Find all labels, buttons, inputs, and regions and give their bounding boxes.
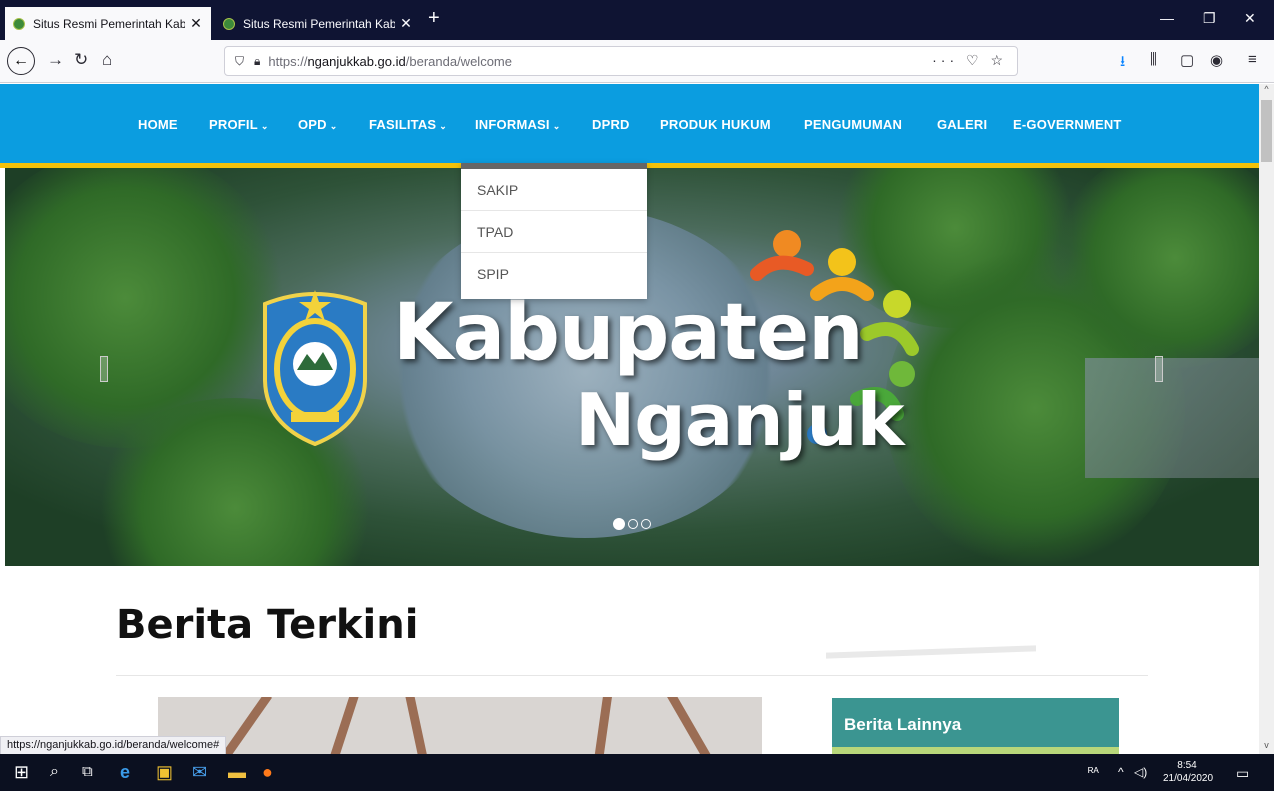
downloads-icon[interactable]: ⭳ <box>1120 51 1125 76</box>
slide-dot-active[interactable] <box>613 518 625 530</box>
browser-tab-active[interactable]: Situs Resmi Pemerintah Kabupa ✕ <box>5 7 211 40</box>
reload-button[interactable]: ↻ <box>74 50 88 70</box>
lock-icon[interactable]: 🔒︎ <box>254 54 260 69</box>
section-heading: Berita Terkini <box>116 602 419 648</box>
scroll-thumb[interactable] <box>1261 100 1272 162</box>
firefox-icon[interactable]: ● <box>262 762 273 782</box>
system-clock[interactable]: 8:54 21/04/2020 <box>1163 759 1213 785</box>
volume-icon[interactable]: ◁) <box>1134 765 1147 779</box>
restore-button[interactable]: ❐ <box>1203 10 1216 27</box>
status-url: https://nganjukkab.go.id/beranda/welcome… <box>0 736 227 756</box>
home-button[interactable]: ⌂ <box>102 50 112 70</box>
scroll-up-icon[interactable]: ^ <box>1259 84 1274 98</box>
site-favicon-icon <box>223 17 235 30</box>
berita-lainnya-box: Berita Lainnya <box>832 698 1119 754</box>
library-icon[interactable]: ⫼ <box>1150 51 1157 68</box>
chevron-down-icon: ⌄ <box>329 121 338 131</box>
nav-e-government[interactable]: E-GOVERNMENT <box>1013 117 1122 132</box>
chevron-down-icon: ⌄ <box>552 121 561 131</box>
nganjuk-emblem-icon <box>263 290 367 446</box>
tab-title: Situs Resmi Pemerintah Kabupa <box>33 16 185 31</box>
nav-produk-hukum[interactable]: PRODUK HUKUM <box>660 117 771 132</box>
store-icon[interactable]: ▣ <box>156 762 173 782</box>
account-icon[interactable]: ◉ <box>1210 51 1223 69</box>
close-window-button[interactable]: ✕ <box>1244 10 1256 27</box>
slider-prev-button[interactable] <box>100 356 108 382</box>
hero-title-line1: Kabupaten <box>393 288 864 378</box>
informasi-dropdown: SAKIP TPAD SPIP <box>461 163 647 299</box>
notification-icon[interactable]: ▭ <box>1236 765 1249 782</box>
back-arrow-icon: ← <box>13 52 29 69</box>
slide-dot[interactable] <box>641 519 651 529</box>
chevron-down-icon: ⌄ <box>260 121 269 131</box>
page-scrollbar[interactable]: ^ v <box>1259 84 1274 754</box>
address-bar[interactable]: ⛉ 🔒︎ https://nganjukkab.go.id/beranda/we… <box>224 46 1018 76</box>
new-tab-button[interactable]: + <box>428 8 440 28</box>
site-navigation: HOME PROFIL ⌄ OPD ⌄ FASILITAS ⌄ INFORMASI ⌄ … <box>0 84 1259 168</box>
sidebar-title: Berita Lainnya <box>844 715 962 734</box>
windows-taskbar: ⊞ ⌕ ⧉ e ▣ ✉ ▬ ● ᴿᴬ ^ ◁) 8:54 21/04/2020 … <box>0 754 1274 791</box>
nav-dprd[interactable]: DPRD <box>592 117 630 132</box>
close-tab-icon[interactable]: ✕ <box>189 15 203 32</box>
show-hidden-icons[interactable]: ^ <box>1118 765 1124 779</box>
people-icon[interactable]: ᴿᴬ <box>1088 765 1099 779</box>
dropdown-item-sakip[interactable]: SAKIP <box>461 169 647 211</box>
minimize-button[interactable]: — <box>1160 10 1174 26</box>
nav-opd[interactable]: OPD ⌄ <box>298 117 338 132</box>
divider <box>116 675 1148 676</box>
browser-tab-bar: Situs Resmi Pemerintah Kabupa ✕ Situs Re… <box>0 0 1274 40</box>
tab-title: Situs Resmi Pemerintah Kabupa <box>243 16 395 31</box>
nav-pengumuman[interactable]: PENGUMUMAN <box>804 117 902 132</box>
page-actions-icons[interactable]: ··· ♡ ☆ <box>932 52 1007 69</box>
hero-title-line2: Nganjuk <box>575 378 904 462</box>
forward-button[interactable]: → <box>47 50 64 70</box>
file-explorer-icon[interactable]: ▬ <box>228 762 246 782</box>
shield-icon[interactable]: ⛉ <box>235 54 244 69</box>
dropdown-item-tpad[interactable]: TPAD <box>461 211 647 253</box>
site-favicon-icon <box>13 17 25 30</box>
slide-dot[interactable] <box>628 519 638 529</box>
web-page: HOME PROFIL ⌄ OPD ⌄ FASILITAS ⌄ INFORMASI ⌄ … <box>0 84 1259 754</box>
back-button[interactable]: ← <box>7 47 35 75</box>
edge-icon[interactable]: e <box>120 762 130 782</box>
nav-profil[interactable]: PROFIL ⌄ <box>209 117 269 132</box>
browser-toolbar: ← → ↻ ⌂ ⛉ 🔒︎ https://nganjukkab.go.id/be… <box>0 40 1274 83</box>
browser-tab[interactable]: Situs Resmi Pemerintah Kabupa ✕ <box>215 7 421 40</box>
close-tab-icon[interactable]: ✕ <box>399 15 413 32</box>
menu-icon[interactable]: ≡ <box>1248 51 1257 68</box>
task-view-icon[interactable]: ⧉ <box>82 762 93 782</box>
dropdown-item-spip[interactable]: SPIP <box>461 253 647 295</box>
nav-fasilitas[interactable]: FASILITAS ⌄ <box>369 117 447 132</box>
sidebar-icon[interactable]: ▢ <box>1180 51 1194 69</box>
mail-icon[interactable]: ✉ <box>192 762 207 782</box>
scroll-down-icon[interactable]: v <box>1259 740 1274 754</box>
url-text: https://nganjukkab.go.id/beranda/welcome <box>268 53 512 69</box>
nav-galeri[interactable]: GALERI <box>937 117 987 132</box>
decorative-slant <box>826 645 1036 659</box>
slider-indicators <box>613 518 651 530</box>
windows-start-icon[interactable]: ⊞ <box>14 762 29 782</box>
news-image[interactable] <box>158 697 762 754</box>
nav-home[interactable]: HOME <box>138 117 178 132</box>
slider-next-button[interactable] <box>1155 356 1163 382</box>
chevron-down-icon: ⌄ <box>439 121 448 131</box>
search-icon[interactable]: ⌕ <box>50 762 59 782</box>
nav-informasi[interactable]: INFORMASI ⌄ <box>475 117 561 132</box>
